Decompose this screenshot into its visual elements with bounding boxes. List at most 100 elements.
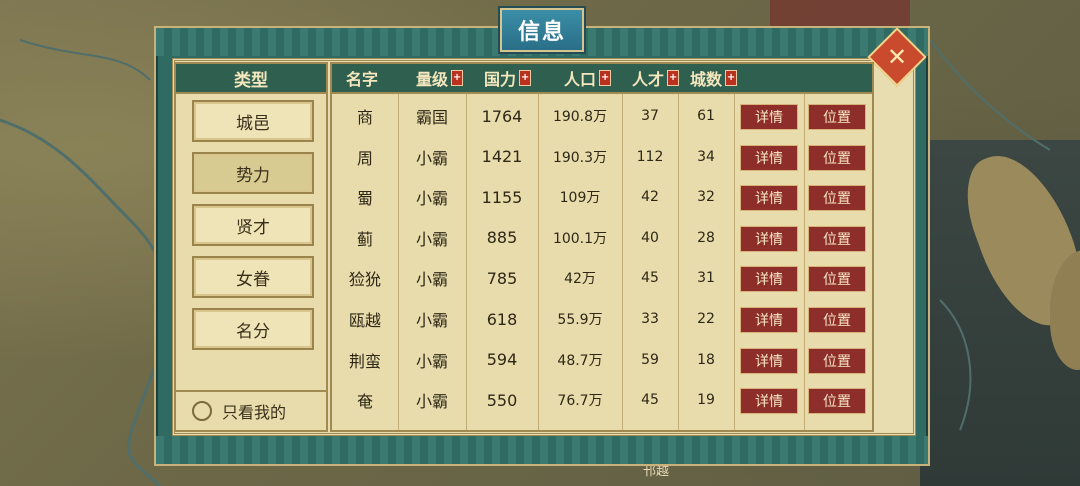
location-button[interactable]: 位置 (808, 104, 866, 130)
cell-cities: 22 (697, 311, 715, 327)
table-row: 蓟 小霸 885 100.1万 40 28 详情 位置 (332, 218, 872, 258)
sort-icon[interactable]: + (725, 70, 738, 86)
cell-talent: 45 (641, 392, 659, 409)
category-label: 贤才 (236, 217, 270, 238)
detail-button[interactable]: 详情 (740, 347, 798, 374)
detail-button[interactable]: 详情 (740, 185, 798, 212)
column-power[interactable]: 国力 + (484, 64, 532, 92)
cell-power: 885 (486, 228, 518, 248)
cell-pop: 190.8万 (552, 109, 608, 125)
cell-pop: 109万 (559, 190, 601, 207)
cell-cities: 61 (697, 108, 715, 124)
table-header: 名字 量级 + 国力 + 人口 + 人才 + 城数 + (332, 64, 872, 94)
cell-cities: 28 (697, 229, 715, 246)
cell-name: 周 (356, 148, 373, 168)
column-talent[interactable]: 人才 + (632, 64, 680, 92)
radio-icon[interactable] (192, 401, 212, 421)
cell-rank: 小霸 (415, 311, 448, 330)
category-label: 女眷 (236, 269, 270, 290)
detail-button[interactable]: 详情 (740, 104, 798, 130)
cell-pop: 55.9万 (557, 312, 603, 328)
cell-power: 550 (486, 390, 518, 410)
cell-name: 荆蛮 (348, 351, 381, 371)
category-talent[interactable]: 贤才 (192, 204, 314, 246)
cell-rank: 小霸 (415, 189, 448, 209)
column-label: 城数 (690, 70, 723, 89)
column-cities[interactable]: 城数 + (690, 64, 738, 92)
table-row: 商 霸国 1764 190.8万 37 61 详情 位置 (332, 96, 872, 136)
table-row: 荆蛮 小霸 594 48.7万 59 18 详情 位置 (332, 340, 872, 380)
sort-icon[interactable]: + (519, 70, 532, 86)
location-button[interactable]: 位置 (808, 388, 866, 415)
category-label: 城邑 (236, 113, 270, 134)
cell-rank: 小霸 (415, 270, 448, 290)
location-button[interactable]: 位置 (808, 266, 866, 293)
location-button[interactable]: 位置 (808, 307, 866, 333)
window-title: 信息 (500, 8, 584, 52)
cell-power: 618 (486, 309, 518, 329)
cell-rank: 霸国 (415, 108, 448, 127)
detail-button[interactable]: 详情 (740, 144, 798, 171)
column-rank[interactable]: 量级 + (416, 64, 464, 92)
only-mine-label: 只看我的 (222, 403, 287, 422)
cell-cities: 34 (697, 148, 715, 165)
detail-button[interactable]: 详情 (740, 307, 798, 333)
category-label: 势力 (236, 165, 270, 186)
cell-name: 商 (356, 108, 373, 127)
cell-power: 1764 (481, 106, 523, 126)
cell-power: 1421 (481, 147, 523, 167)
location-button[interactable]: 位置 (808, 144, 866, 171)
detail-button[interactable]: 详情 (740, 266, 798, 293)
cell-name: 猃狁 (348, 270, 381, 290)
location-button[interactable]: 位置 (808, 225, 866, 252)
cell-talent: 59 (641, 351, 659, 368)
column-population[interactable]: 人口 + (564, 64, 612, 92)
cell-power: 1155 (481, 187, 523, 207)
location-button[interactable]: 位置 (808, 347, 866, 374)
column-label: 名字 (346, 70, 379, 89)
panel-bottom-border (156, 436, 928, 464)
cell-talent: 112 (636, 148, 664, 165)
category-faction[interactable]: 势力 (192, 152, 314, 194)
location-button[interactable]: 位置 (808, 185, 866, 212)
column-label: 量级 (416, 70, 449, 89)
cell-rank: 小霸 (415, 392, 448, 412)
table-row: 瓯越 小霸 618 55.9万 33 22 详情 位置 (332, 299, 872, 339)
cell-cities: 18 (697, 351, 715, 368)
cell-rank: 小霸 (415, 351, 448, 371)
cell-power: 594 (486, 350, 518, 370)
cell-cities: 32 (697, 189, 715, 206)
cell-pop: 76.7万 (557, 393, 603, 410)
faction-table: 名字 量级 + 国力 + 人口 + 人才 + 城数 + 商 霸国 1764 190.8… (330, 62, 874, 432)
sort-icon[interactable]: + (667, 70, 680, 86)
only-mine-toggle[interactable]: 只看我的 (176, 390, 326, 430)
category-header: 类型 (176, 64, 326, 94)
cell-pop: 42万 (564, 271, 596, 288)
cell-power: 785 (486, 268, 518, 288)
cell-talent: 42 (641, 189, 659, 206)
category-city[interactable]: 城邑 (192, 100, 314, 142)
close-icon: ✕ (886, 42, 908, 71)
category-title[interactable]: 名分 (192, 308, 314, 350)
sort-icon[interactable]: + (599, 70, 612, 86)
column-name: 名字 (346, 64, 378, 92)
cell-rank: 小霸 (415, 148, 448, 168)
column-label: 人才 (632, 70, 665, 89)
detail-button[interactable]: 详情 (740, 388, 798, 415)
cell-talent: 45 (641, 270, 659, 287)
cell-name: 蜀 (356, 189, 373, 209)
cell-talent: 33 (641, 311, 659, 327)
table-row: 猃狁 小霸 785 42万 45 31 详情 位置 (332, 258, 872, 298)
sort-icon[interactable]: + (451, 70, 464, 86)
detail-button[interactable]: 详情 (740, 225, 798, 252)
cell-pop: 100.1万 (552, 230, 608, 247)
cell-cities: 31 (697, 270, 715, 287)
cell-talent: 37 (641, 108, 659, 124)
category-sidebar: 类型 城邑 势力 贤才 女眷 名分 只看我的 (174, 62, 328, 432)
table-row: 蜀 小霸 1155 109万 42 32 详情 位置 (332, 177, 872, 217)
cell-name: 奄 (356, 392, 373, 412)
category-women[interactable]: 女眷 (192, 256, 314, 298)
cell-name: 瓯越 (348, 311, 381, 330)
cell-cities: 19 (697, 392, 715, 409)
table-row: 周 小霸 1421 190.3万 112 34 详情 位置 (332, 137, 872, 177)
